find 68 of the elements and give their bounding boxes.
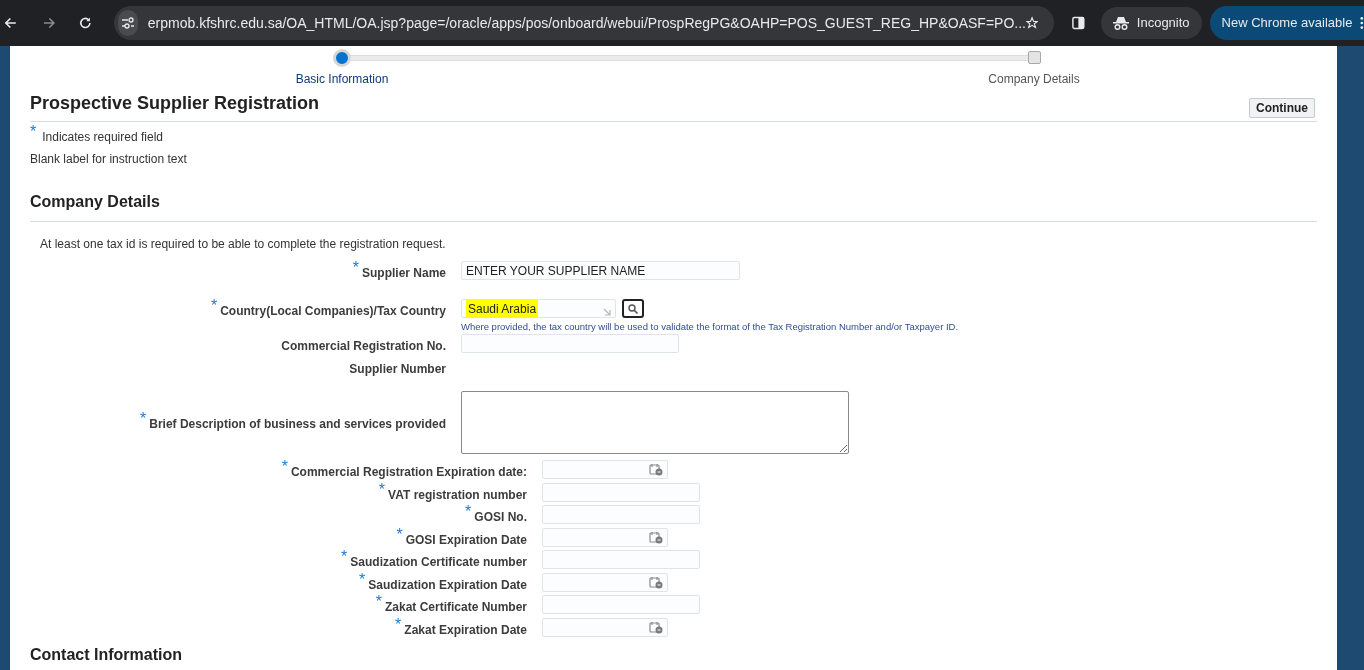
date-field[interactable] <box>542 460 668 480</box>
required-asterisk: * <box>396 527 403 542</box>
side-panel-icon[interactable] <box>1072 16 1085 30</box>
page-title: Prospective Supplier Registration <box>30 92 320 115</box>
field-value: Saudi Arabia <box>466 299 539 318</box>
field-label: Country(Local Companies)/Tax Country <box>220 303 446 320</box>
required-asterisk: * <box>30 124 37 140</box>
required-asterisk: * <box>375 595 382 610</box>
required-asterisk: * <box>378 482 386 497</box>
address-bar[interactable]: erpmob.kfshrc.edu.sa/OA_HTML/OA.jsp?page=/oracle/apps/pos/onboard/webui/ProspRegPG&OAHP=POS_GUEST_REG_HP&OASF=PO... <box>114 6 1055 40</box>
incognito-chip[interactable]: Incognito <box>1100 7 1202 39</box>
current-step-marker[interactable] <box>333 49 351 67</box>
more-icon[interactable] <box>1360 16 1364 30</box>
field-label: Commercial Registration Expiration date: <box>290 464 527 482</box>
section-title: Company Details <box>30 192 161 212</box>
date-field[interactable] <box>542 527 668 547</box>
forward-icon[interactable] <box>42 16 56 30</box>
incognito-icon[interactable] <box>1112 16 1129 30</box>
site-settings-icon[interactable] <box>120 17 135 29</box>
field-label: Supplier Number <box>349 361 446 379</box>
back-icon[interactable] <box>4 16 17 30</box>
date-field[interactable] <box>542 572 668 592</box>
reload-icon[interactable] <box>79 16 93 30</box>
update-button[interactable]: New Chrome available <box>1209 6 1364 40</box>
required-asterisk: * <box>281 460 288 475</box>
required-asterisk: * <box>352 261 359 275</box>
required-asterisk: * <box>140 412 147 427</box>
date-field[interactable] <box>542 617 668 637</box>
field-label: Commercial Registration No. <box>281 338 446 356</box>
field-label: Brief Description of business and services provided <box>149 416 446 434</box>
field-label: GOSI Expiration Date <box>405 531 527 549</box>
required-asterisk: * <box>341 550 348 565</box>
field-label: Supplier Name <box>361 265 446 282</box>
calendar-icon[interactable] <box>649 620 663 634</box>
search-button[interactable] <box>622 299 644 318</box>
hint-text: Where provided, the tax country will be used to validate the format of the Tax Registration Number and/or Taxpayer ID. <box>461 320 959 334</box>
text-field[interactable] <box>542 505 700 525</box>
text-field[interactable] <box>542 595 700 615</box>
step-marker[interactable] <box>1028 51 1041 64</box>
field-label: Zakat Certificate Number <box>384 599 527 617</box>
field-label: VAT registration number <box>388 486 527 504</box>
required-asterisk: * <box>465 505 472 520</box>
field-label: Saudization Expiration Date <box>368 576 527 594</box>
search-icon[interactable] <box>628 303 638 314</box>
calendar-icon[interactable] <box>649 463 663 477</box>
section-note: At least one tax id is required to be able to complete the registration request. <box>40 236 447 253</box>
description-field[interactable] <box>461 391 849 455</box>
star-icon[interactable] <box>1025 15 1039 31</box>
text-field[interactable] <box>542 482 700 502</box>
calendar-icon[interactable] <box>649 575 663 589</box>
continue-button[interactable]: Continue <box>1249 98 1315 118</box>
country-field[interactable]: Saudi Arabia <box>461 299 616 318</box>
calendar-icon[interactable] <box>649 530 663 544</box>
field-label: Zakat Expiration Date <box>404 621 527 639</box>
step-label[interactable]: Basic Information <box>295 70 389 88</box>
step-label[interactable]: Company Details <box>988 70 1080 88</box>
text-field[interactable] <box>461 334 679 354</box>
text-field[interactable] <box>542 550 700 570</box>
legend-text: Indicates required field <box>42 129 163 146</box>
instruction-text: Blank label for instruction text <box>30 151 188 168</box>
section-title: Contact Information <box>30 646 183 665</box>
url-text: erpmob.kfshrc.edu.sa/OA_HTML/OA.jsp?page=/oracle/apps/pos/onboard/webui/ProspRegPG&OAHP=POS_GUEST_REG_HP&OASF=PO... <box>147 13 1026 33</box>
required-asterisk: * <box>359 572 366 587</box>
field-label: Saudization Certificate number <box>350 554 527 572</box>
required-asterisk: * <box>210 299 218 313</box>
required-asterisk: * <box>395 617 402 632</box>
text-field[interactable]: ENTER YOUR SUPPLIER NAME <box>461 261 740 280</box>
field-label: GOSI No. <box>474 509 527 527</box>
